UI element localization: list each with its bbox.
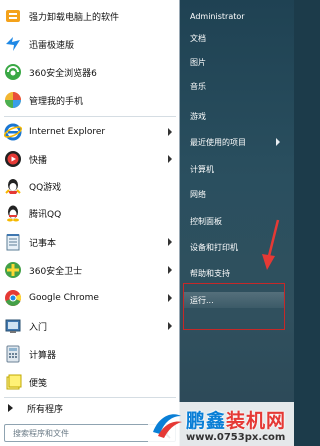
qq-icon: [3, 203, 23, 223]
program-label: 迅雷极速版: [29, 40, 75, 51]
recent-items-label: 最近使用的项目: [190, 137, 246, 147]
sticky-notes-icon: [3, 372, 23, 392]
games-link[interactable]: 游戏: [180, 106, 282, 126]
watermark-brand-a: 鹏鑫: [186, 410, 227, 432]
thunder-icon: [3, 34, 23, 54]
program-item-uninstall[interactable]: 强力卸载电脑上的软件: [0, 3, 180, 29]
program-item-qq[interactable]: 腾讯QQ: [0, 200, 180, 226]
program-item-360-browser[interactable]: 360安全浏览器6: [0, 59, 180, 85]
search-placeholder: 搜索程序和文件: [13, 428, 69, 438]
program-label: 快播: [29, 155, 48, 166]
360-browser-icon: [3, 62, 23, 82]
control-panel-label: 控制面板: [190, 216, 222, 226]
submenu-arrow-icon: [168, 155, 172, 163]
computer-link[interactable]: 计算机: [180, 159, 282, 179]
qq-game-icon: [3, 176, 23, 196]
network-label: 网络: [190, 189, 206, 199]
program-item-calculator[interactable]: 计算器: [0, 341, 180, 367]
program-label: 360安全卫士: [29, 266, 83, 277]
phone-manager-icon: [3, 90, 23, 110]
program-item-qq-game[interactable]: QQ游戏: [0, 173, 180, 199]
computer-label: 计算机: [190, 164, 214, 174]
360-safe-icon: [3, 260, 23, 280]
ie-icon: [3, 122, 23, 142]
pictures-label: 图片: [190, 57, 206, 67]
program-item-chrome[interactable]: Google Chrome: [0, 285, 180, 311]
program-label: 强力卸载电脑上的软件: [29, 12, 120, 23]
program-label: 便笺: [29, 378, 48, 389]
watermark-brand-b: 装机网: [226, 410, 287, 432]
program-item-thunder[interactable]: 迅雷极速版: [0, 31, 180, 57]
program-item-getting-started[interactable]: 入门: [0, 313, 180, 339]
separator: [4, 116, 176, 117]
submenu-arrow-icon: [168, 294, 172, 302]
program-item-phone-manager[interactable]: 管理我的手机: [0, 87, 180, 113]
recent-items-link[interactable]: 最近使用的项目: [180, 132, 282, 152]
submenu-arrow-icon: [276, 138, 280, 146]
watermark-brand: 鹏鑫装机网: [186, 406, 286, 433]
annotation-arrow-icon: [262, 219, 280, 270]
music-link[interactable]: 音乐: [180, 76, 282, 96]
getting-started-icon: [3, 316, 23, 336]
games-label: 游戏: [190, 111, 206, 121]
devices-printers-label: 设备和打印机: [190, 242, 238, 252]
program-label: 管理我的手机: [29, 96, 84, 107]
watermark-logo-icon: [153, 414, 182, 438]
program-item-sticky-notes[interactable]: 便笺: [0, 369, 180, 395]
notepad-icon: [3, 232, 23, 252]
user-name-link[interactable]: Administrator: [180, 6, 282, 26]
submenu-arrow-icon: [168, 266, 172, 274]
calculator-icon: [3, 344, 23, 364]
program-item-360-safe[interactable]: 360安全卫士: [0, 257, 180, 283]
pictures-link[interactable]: 图片: [180, 52, 282, 72]
network-link[interactable]: 网络: [180, 184, 282, 204]
documents-label: 文档: [190, 33, 206, 43]
help-support-label: 帮助和支持: [190, 268, 230, 278]
program-label: 计算器: [29, 350, 57, 361]
program-label: QQ游戏: [29, 182, 62, 193]
music-label: 音乐: [190, 81, 206, 91]
chrome-icon: [3, 288, 23, 308]
program-label: 入门: [29, 322, 48, 333]
program-label: Internet Explorer: [29, 127, 106, 137]
program-label: 记事本: [29, 238, 57, 249]
user-name-label: Administrator: [190, 11, 245, 21]
qvod-icon: [3, 149, 23, 169]
uninstall-icon: [3, 6, 23, 26]
submenu-arrow-icon: [168, 322, 172, 330]
submenu-arrow-icon: [168, 238, 172, 246]
program-label: 腾讯QQ: [29, 209, 62, 220]
expand-arrow-icon: [8, 404, 13, 412]
documents-link[interactable]: 文档: [180, 28, 282, 48]
run-annotation-box: [183, 283, 285, 330]
submenu-arrow-icon: [168, 128, 172, 136]
all-programs-label: 所有程序: [27, 404, 64, 415]
watermark: 鹏鑫装机网 www.0753px.com: [150, 404, 294, 446]
program-label: Google Chrome: [29, 293, 99, 303]
program-label: 360安全浏览器6: [29, 68, 97, 79]
watermark-url: www.0753px.com: [186, 432, 286, 443]
program-item-notepad[interactable]: 记事本: [0, 229, 180, 255]
program-item-ie[interactable]: Internet Explorer: [0, 119, 180, 145]
program-item-qvod[interactable]: 快播: [0, 146, 180, 172]
